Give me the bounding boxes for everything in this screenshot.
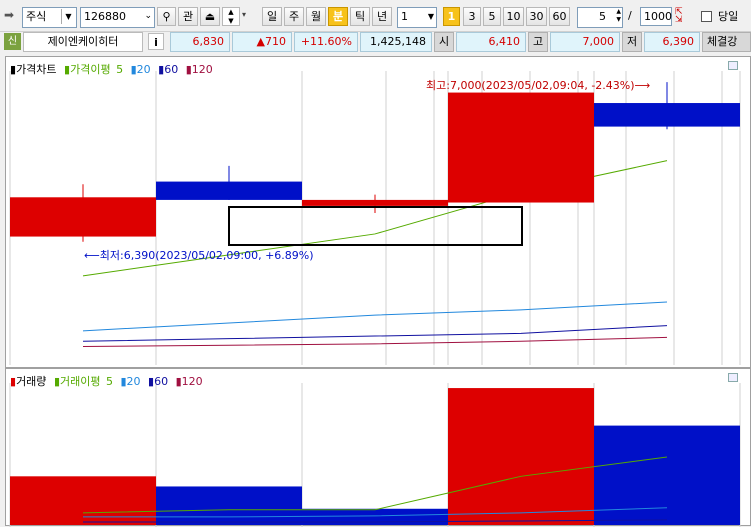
credit-badge: 신 (4, 33, 21, 50)
search-icon: ⚲ (162, 10, 171, 23)
volume-chart[interactable] (6, 369, 751, 527)
down-arrow-icon[interactable]: ▼ (223, 17, 239, 26)
code-input[interactable]: 126880 ⌄ (80, 7, 155, 28)
interval-select-value: 1 (401, 10, 408, 23)
market-select[interactable]: 주식 ▼ (22, 7, 77, 28)
legend-vol-ma120: ▮120 (175, 375, 203, 388)
low-value: 6,390 (644, 32, 700, 52)
panel-scroll-button[interactable] (728, 61, 738, 70)
same-day-checkbox[interactable] (701, 11, 712, 22)
volume-bar (448, 388, 594, 525)
stock-name: 제이엔케이히터 (23, 32, 143, 52)
minute-3-button[interactable]: 3 (463, 7, 481, 26)
open-label: 시 (434, 32, 454, 52)
legend-ma60: ▮60 (158, 63, 179, 76)
period-week[interactable]: 주 (284, 7, 304, 26)
low-label: 저 (622, 32, 642, 52)
low-annotation: ⟵최저:6,390(2023/05/02,09:00, +6.89%) (84, 249, 314, 262)
high-label: 고 (528, 32, 548, 52)
period-year[interactable]: 년 (372, 7, 392, 26)
price-legend: ▮가격차트 ▮가격이평 5 ▮20 ▮60 ▮120 (10, 61, 217, 77)
same-day-label: 당일 (718, 10, 739, 23)
legend-volume: ▮거래량 (10, 375, 47, 388)
chevron-down-icon: ▼ (427, 12, 434, 21)
minute-60-button[interactable]: 60 (549, 7, 570, 26)
volume-bar (302, 508, 448, 525)
high-annotation: 최고:7,000(2023/05/02,09:04, -2.43%)⟶ (426, 79, 651, 92)
candle-body (156, 181, 302, 200)
legend-price-chart: ▮가격차트 (10, 63, 57, 76)
volume-legend: ▮거래량 ▮거래이평 5 ▮20 ▮60 ▮120 (10, 373, 207, 389)
volume-value: 1,425,148 (360, 32, 432, 52)
quote-bar: 신 제이엔케이히터 i 6,830 ▲710 +11.60% 1,425,148… (0, 32, 751, 54)
spin-icon[interactable]: ▲ ▼ (616, 8, 621, 24)
volume-bar (594, 425, 740, 525)
period-month[interactable]: 월 (306, 7, 326, 26)
ma-line-60 (82, 325, 668, 342)
zoom-arrows-icon[interactable]: ⇱ ⇲ (675, 8, 683, 25)
legend-ma120: ▮120 (185, 63, 213, 76)
legend-price-ma: ▮가격이평 5 (64, 63, 124, 76)
search-button[interactable]: ⚲ (157, 7, 176, 26)
volume-bar (156, 486, 302, 525)
candle-body (448, 92, 594, 203)
volume-bar (10, 476, 156, 525)
period-day[interactable]: 일 (262, 7, 282, 26)
info-icon: i (154, 36, 158, 49)
eject-button[interactable]: ⏏ (200, 7, 220, 26)
candle-body (10, 197, 156, 237)
interval-select[interactable]: 1 ▼ (397, 7, 437, 28)
high-value: 7,000 (550, 32, 620, 52)
legend-vol-ma20: ▮20 (120, 375, 141, 388)
count-total-field[interactable]: 1000 (640, 7, 672, 26)
price-chart-panel: ▮가격차트 ▮가격이평 5 ▮20 ▮60 ▮120 최고:7,000(2023… (5, 56, 751, 368)
ma-line-120 (82, 336, 668, 348)
market-select-value: 주식 (26, 10, 47, 23)
legend-ma20: ▮20 (130, 63, 151, 76)
minute-10-button[interactable]: 10 (503, 7, 524, 26)
toolbar: ➡ 주식 ▼ 126880 ⌄ ⚲ 관 ⏏ ▲ ▼ ▾ 일 주 월 분 틱 년 … (0, 0, 751, 32)
count-total: 1000 (644, 10, 672, 23)
count-value: 5 (599, 10, 606, 23)
candle-body (302, 199, 448, 206)
price-chart[interactable] (6, 57, 751, 369)
gwan-button[interactable]: 관 (178, 7, 198, 26)
up-arrow-icon[interactable]: ▲ (223, 8, 239, 17)
ma-line-20 (82, 301, 668, 332)
candle-body (594, 103, 740, 127)
prev-next-stepper[interactable]: ▲ ▼ (222, 7, 240, 26)
current-price: 6,830 (170, 32, 230, 52)
eject-icon: ⏏ (204, 10, 216, 23)
volume-chart-panel: ▮거래량 ▮거래이평 5 ▮20 ▮60 ▮120 (5, 368, 751, 527)
chevron-down-icon: ▼ (61, 9, 75, 24)
info-button[interactable]: i (148, 33, 164, 50)
price-change-pct: +11.60% (294, 32, 358, 52)
price-change: ▲710 (232, 32, 292, 52)
more-dropdown-icon[interactable]: ▾ (242, 10, 246, 19)
period-tick[interactable]: 틱 (350, 7, 370, 26)
count-separator: / (628, 9, 632, 22)
period-minute[interactable]: 분 (328, 7, 348, 26)
count-stepper[interactable]: 5 ▲ ▼ (577, 7, 623, 28)
link-arrow-icon[interactable]: ➡ (4, 8, 14, 22)
exec-strength-label: 체결강 (702, 32, 751, 52)
legend-volume-ma: ▮거래이평 5 (53, 375, 113, 388)
open-value: 6,410 (456, 32, 526, 52)
code-input-value: 126880 (84, 10, 126, 23)
volume-panel-scroll-button[interactable] (728, 373, 738, 382)
chevron-down-icon[interactable]: ⌄ (144, 8, 152, 25)
minute-30-button[interactable]: 30 (526, 7, 547, 26)
legend-vol-ma60: ▮60 (148, 375, 169, 388)
minute-1-button[interactable]: 1 (443, 7, 460, 26)
minute-5-button[interactable]: 5 (483, 7, 501, 26)
